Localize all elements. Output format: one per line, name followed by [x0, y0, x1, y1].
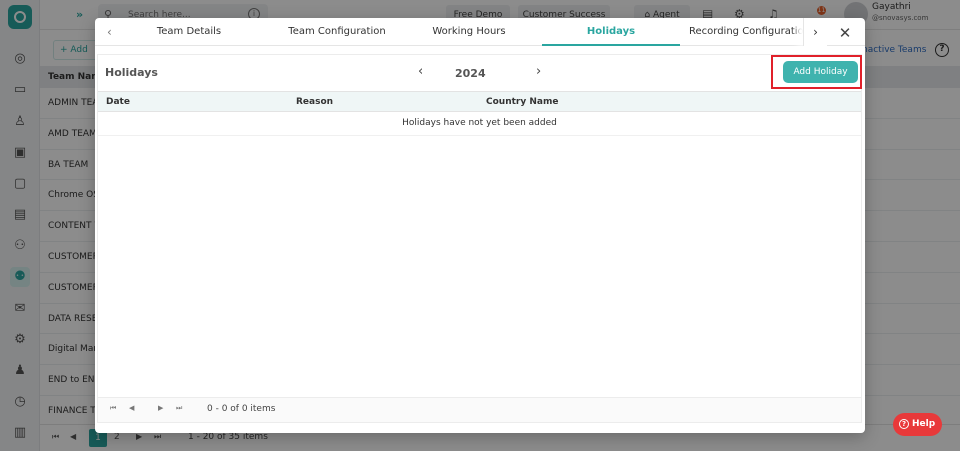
next-page-icon[interactable]: ▶ [158, 404, 163, 412]
chevron-left-icon[interactable]: ‹ [107, 25, 112, 39]
team-settings-modal: ‹ Team Details Team Configuration Workin… [95, 18, 865, 433]
tab-team-details[interactable]: Team Details [145, 18, 233, 46]
previous-year-icon[interactable]: ‹ [418, 64, 423, 79]
last-page-icon[interactable]: ⏭ [176, 404, 182, 413]
add-holiday-button[interactable]: Add Holiday [783, 61, 858, 83]
holidays-pager: ⏮ ◀ ▶ ⏭ 0 - 0 of 0 items [97, 398, 862, 423]
chevron-right-icon[interactable]: › [803, 18, 827, 46]
holidays-panel: Holidays ‹ 2024 › Add Holiday Date Reaso… [97, 54, 862, 398]
close-icon[interactable]: ✕ [835, 23, 855, 43]
next-year-icon[interactable]: › [536, 64, 541, 79]
tab-holidays[interactable]: Holidays [542, 18, 680, 46]
column-country-name[interactable]: Country Name [486, 97, 558, 107]
tab-team-configuration[interactable]: Team Configuration [273, 18, 401, 46]
column-date[interactable]: Date [106, 97, 130, 107]
divider [98, 135, 861, 136]
holidays-grid-header: Date Reason Country Name [98, 91, 861, 112]
year-label: 2024 [455, 67, 486, 80]
help-button[interactable]: ? Help [893, 413, 942, 436]
help-label: Help [912, 419, 936, 429]
panel-title: Holidays [105, 66, 158, 79]
first-page-icon[interactable]: ⏮ [110, 404, 116, 413]
tab-recording-configuration[interactable]: Recording Configuration [689, 18, 810, 46]
column-reason[interactable]: Reason [296, 97, 333, 107]
modal-tabs: ‹ Team Details Team Configuration Workin… [95, 18, 865, 46]
prev-page-icon[interactable]: ◀ [129, 404, 134, 412]
add-holiday-highlight: Add Holiday [771, 55, 862, 89]
tab-working-hours[interactable]: Working Hours [419, 18, 519, 46]
help-icon: ? [899, 419, 909, 429]
empty-message: Holidays have not yet been added [402, 118, 557, 128]
pager-info: 0 - 0 of 0 items [207, 404, 276, 414]
